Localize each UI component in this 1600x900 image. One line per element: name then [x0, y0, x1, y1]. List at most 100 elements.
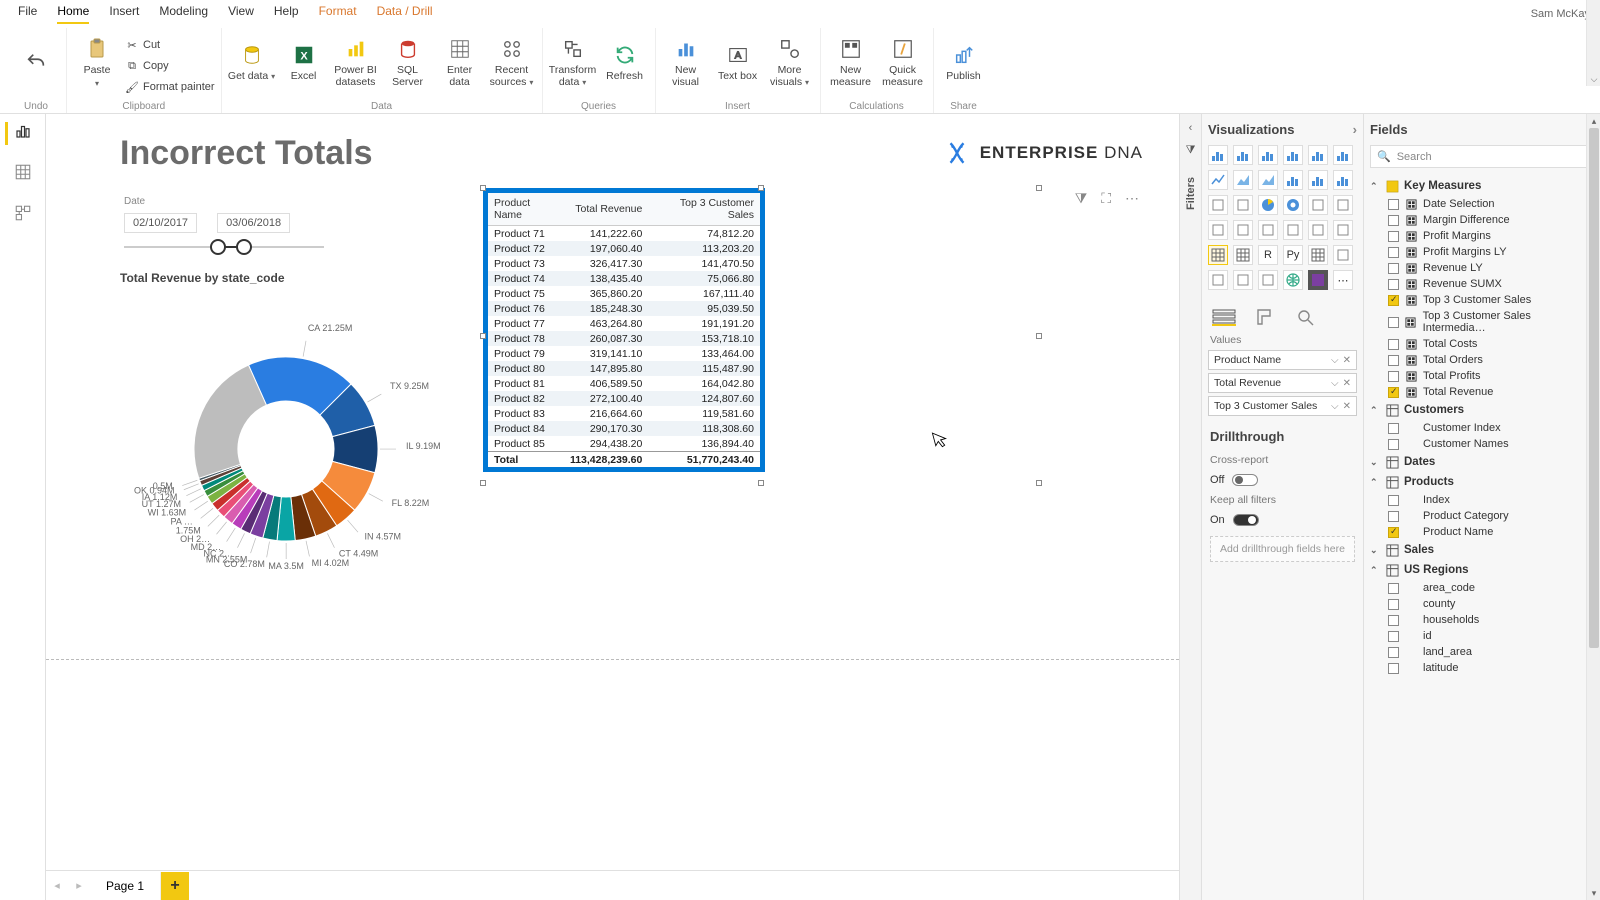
remove-icon[interactable]: ✕ — [1343, 378, 1351, 389]
checkbox[interactable] — [1388, 247, 1399, 258]
model-view-button[interactable] — [14, 204, 32, 227]
checkbox[interactable] — [1388, 355, 1399, 366]
field-item[interactable]: Customer Index — [1370, 420, 1594, 436]
viz-type-tree[interactable] — [1308, 195, 1328, 215]
sql-button[interactable]: SQL Server — [384, 30, 432, 94]
viz-type-arc[interactable] — [1208, 270, 1228, 290]
menu-help[interactable]: Help — [274, 4, 299, 24]
field-item[interactable]: Margin Difference — [1370, 212, 1594, 228]
checkbox[interactable] — [1388, 279, 1399, 290]
table-row[interactable]: Product 82272,100.40124,807.60 — [488, 391, 760, 406]
table-us-regions[interactable]: ⌃US Regions — [1370, 560, 1594, 580]
table-row[interactable]: Product 81406,589.50164,042.80 — [488, 376, 760, 391]
cross-report-toggle[interactable]: Off — [1210, 474, 1355, 486]
viz-type-scatter[interactable] — [1233, 195, 1253, 215]
remove-icon[interactable]: ✕ — [1343, 401, 1351, 412]
checkbox[interactable] — [1388, 387, 1399, 398]
table-row[interactable]: Product 75365,860.20167,111.40 — [488, 286, 760, 301]
table-customers[interactable]: ⌃Customers — [1370, 400, 1594, 420]
viz-type-funnel[interactable] — [1208, 220, 1228, 240]
viz-type-globe[interactable] — [1283, 270, 1303, 290]
donut-chart[interactable]: CA 21.25MTX 9.25MIL 9.19MFL 8.22MIN 4.57… — [116, 294, 456, 584]
viz-type-table[interactable] — [1208, 245, 1228, 265]
viz-type-bar[interactable] — [1258, 145, 1278, 165]
table-row[interactable]: Product 74138,435.4075,066.80 — [488, 271, 760, 286]
more-visuals-button[interactable]: More visuals ▾ — [766, 30, 814, 94]
excel-button[interactable]: XExcel — [280, 30, 328, 94]
refresh-button[interactable]: Refresh — [601, 30, 649, 94]
viz-type-bar[interactable] — [1208, 145, 1228, 165]
checkbox[interactable] — [1388, 527, 1399, 538]
fields-mode-icon[interactable] — [1212, 308, 1236, 326]
checkbox[interactable] — [1388, 615, 1399, 626]
format-mode-icon[interactable] — [1254, 308, 1278, 326]
menu-file[interactable]: File — [18, 4, 37, 24]
viz-type-bar[interactable] — [1283, 145, 1303, 165]
new-visual-button[interactable]: New visual — [662, 30, 710, 94]
field-well[interactable]: Total Revenue⌵✕ — [1208, 373, 1357, 393]
checkbox[interactable] — [1388, 263, 1399, 274]
viz-type-map[interactable] — [1333, 195, 1353, 215]
table-dates[interactable]: ⌄Dates — [1370, 452, 1594, 472]
viz-type-bar[interactable] — [1283, 170, 1303, 190]
checkbox[interactable] — [1388, 439, 1399, 450]
checkbox[interactable] — [1388, 199, 1399, 210]
viz-type-gauge[interactable] — [1233, 220, 1253, 240]
checkbox[interactable] — [1388, 663, 1399, 674]
chevron-down-icon[interactable]: ⌵ — [1331, 401, 1339, 412]
field-item[interactable]: Top 3 Customer Sales Intermedia… — [1370, 308, 1594, 336]
report-canvas[interactable]: Incorrect Totals ENTERPRISE DNA ⧩ ⛶ ⋯ Da… — [46, 114, 1179, 870]
viz-type-ribbon[interactable] — [1208, 195, 1228, 215]
checkbox[interactable] — [1388, 295, 1399, 306]
field-well[interactable]: Top 3 Customer Sales⌵✕ — [1208, 396, 1357, 416]
table-row[interactable]: Product 84290,170.30118,308.60 — [488, 421, 760, 436]
text-box-button[interactable]: AText box — [714, 30, 762, 94]
viz-type-key[interactable] — [1233, 270, 1253, 290]
fields-search[interactable]: 🔍 Search — [1370, 145, 1594, 168]
checkbox[interactable] — [1388, 583, 1399, 594]
date-to[interactable]: 03/06/2018 — [217, 213, 290, 233]
viz-type-bar[interactable] — [1333, 170, 1353, 190]
field-item[interactable]: Profit Margins LY — [1370, 244, 1594, 260]
format-painter-button[interactable]: 🖌Format painter — [125, 78, 215, 96]
menu-modeling[interactable]: Modeling — [159, 4, 208, 24]
table-row[interactable]: Product 83216,664.60119,581.60 — [488, 406, 760, 421]
column-header[interactable]: Top 3 Customer Sales — [648, 193, 760, 226]
get-data-button[interactable]: Get data ▾ — [228, 30, 276, 94]
checkbox[interactable] — [1388, 495, 1399, 506]
analytics-mode-icon[interactable] — [1296, 308, 1320, 326]
drillthrough-drop[interactable]: Add drillthrough fields here — [1210, 536, 1355, 562]
field-item[interactable]: area_code — [1370, 580, 1594, 596]
keep-filters-toggle[interactable]: On — [1210, 514, 1355, 526]
field-item[interactable]: Total Profits — [1370, 368, 1594, 384]
table-visual[interactable]: Product NameTotal RevenueTop 3 Customer … — [483, 188, 765, 472]
viz-type-more[interactable]: ⋯ — [1333, 270, 1353, 290]
field-item[interactable]: land_area — [1370, 644, 1594, 660]
field-item[interactable]: latitude — [1370, 660, 1594, 676]
slider-handle-left[interactable] — [210, 239, 226, 255]
menu-format[interactable]: Format — [319, 4, 357, 24]
viz-type-line[interactable] — [1208, 170, 1228, 190]
signed-in-user[interactable]: Sam McKay — [1531, 8, 1590, 20]
viz-type-bar[interactable] — [1308, 145, 1328, 165]
viz-type-bar[interactable] — [1308, 170, 1328, 190]
quick-measure-button[interactable]: Quick measure — [879, 30, 927, 94]
table-row[interactable]: Product 76185,248.3095,039.50 — [488, 301, 760, 316]
viz-type-area[interactable] — [1233, 170, 1253, 190]
field-item[interactable]: Index — [1370, 492, 1594, 508]
field-item[interactable]: Product Category — [1370, 508, 1594, 524]
page-tab-1[interactable]: Page 1 — [90, 872, 161, 900]
viz-type-chat[interactable] — [1258, 270, 1278, 290]
table-products[interactable]: ⌃Products — [1370, 472, 1594, 492]
viz-type-kpi[interactable] — [1308, 220, 1328, 240]
report-view-button[interactable] — [5, 122, 32, 145]
chevron-right-icon[interactable]: › — [1353, 122, 1357, 137]
field-item[interactable]: Product Name — [1370, 524, 1594, 540]
field-item[interactable]: households — [1370, 612, 1594, 628]
menu-data-drill[interactable]: Data / Drill — [377, 4, 433, 24]
transform-data-button[interactable]: Transform data ▾ — [549, 30, 597, 94]
field-item[interactable]: Customer Names — [1370, 436, 1594, 452]
enter-data-button[interactable]: Enter data — [436, 30, 484, 94]
donut-slice-other[interactable] — [194, 365, 266, 478]
field-item[interactable]: county — [1370, 596, 1594, 612]
